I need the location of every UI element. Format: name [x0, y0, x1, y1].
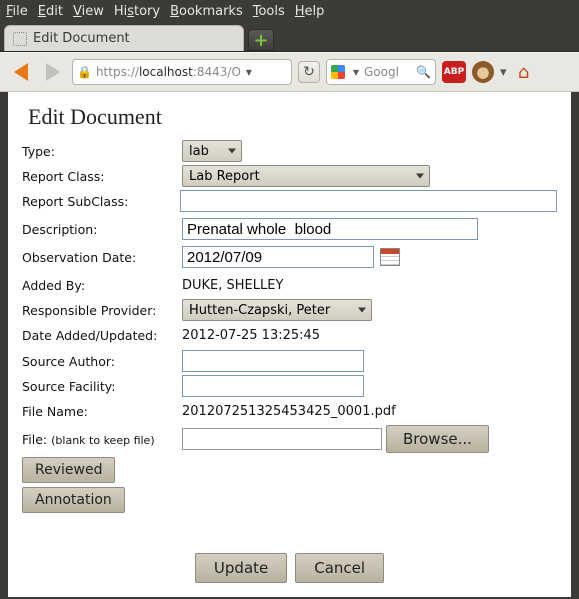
home-icon: ⌂ — [518, 62, 529, 83]
calendar-icon[interactable] — [380, 248, 400, 266]
browse-button[interactable]: Browse... — [386, 425, 489, 453]
input-report-subclass[interactable] — [180, 190, 557, 212]
file-hint: (blank to keep file) — [51, 434, 155, 447]
search-go-icon[interactable]: 🔍 — [416, 65, 431, 79]
greasemonkey-dropdown-icon[interactable]: ▾ — [500, 65, 507, 80]
url-path: :8443/O — [193, 65, 241, 79]
label-description: Description: — [22, 222, 182, 237]
arrow-left-icon — [14, 63, 28, 81]
label-added-by: Added By: — [22, 278, 182, 293]
select-responsible-provider[interactable]: Hutten-Czapski, Peter — [182, 299, 372, 321]
input-file-path[interactable] — [182, 428, 382, 450]
reviewed-button[interactable]: Reviewed — [22, 457, 115, 483]
label-report-class: Report Class: — [22, 169, 182, 184]
page-title: Edit Document — [28, 104, 557, 130]
cancel-button[interactable]: Cancel — [295, 553, 384, 583]
label-responsible-provider: Responsible Provider: — [22, 303, 182, 318]
greasemonkey-icon[interactable] — [472, 61, 494, 83]
page-content: Edit Document Type: lab Report Class: La… — [8, 92, 571, 597]
menu-edit[interactable]: Edit — [38, 4, 63, 19]
menubar: FFileile Edit View History Bookmarks Too… — [0, 0, 579, 23]
url-dropdown-icon[interactable]: ▾ — [241, 65, 257, 79]
browser-tab-active[interactable]: Edit Document — [4, 25, 244, 51]
back-button[interactable] — [8, 60, 34, 84]
tab-title: Edit Document — [33, 31, 130, 46]
tab-bar: Edit Document + — [0, 23, 579, 52]
adblock-icon[interactable]: ABP — [442, 61, 466, 83]
value-file-name: 201207251325453425_0001.pdf — [182, 404, 396, 419]
select-type[interactable]: lab — [182, 140, 242, 162]
search-bar[interactable]: ▾ Googl 🔍 — [326, 59, 436, 85]
menu-help[interactable]: Help — [295, 4, 325, 19]
annotation-button[interactable]: Annotation — [22, 487, 125, 513]
input-source-author[interactable] — [182, 350, 364, 372]
reload-icon: ↻ — [303, 64, 315, 80]
home-button[interactable]: ⌂ — [513, 61, 535, 83]
value-date-added: 2012-07-25 13:25:45 — [182, 328, 320, 343]
value-added-by: DUKE, SHELLEY — [182, 278, 283, 293]
menu-file[interactable]: FFileile — [6, 4, 28, 19]
url-bar[interactable]: 🔒 https://localhost:8443/O ▾ — [72, 59, 292, 85]
plus-icon: + — [253, 30, 268, 51]
select-report-class[interactable]: Lab Report — [182, 165, 430, 187]
browser-toolbar: 🔒 https://localhost:8443/O ▾ ↻ ▾ Googl 🔍… — [0, 52, 579, 92]
search-engine-dropdown-icon[interactable]: ▾ — [348, 65, 364, 79]
url-host: localhost — [139, 65, 193, 79]
label-file: File: (blank to keep file) — [22, 432, 182, 447]
label-source-facility: Source Facility: — [22, 379, 182, 394]
arrow-right-icon — [46, 63, 60, 81]
document-icon — [13, 32, 27, 46]
url-protocol: https:// — [96, 65, 139, 79]
input-observation-date[interactable] — [182, 246, 374, 268]
reload-button[interactable]: ↻ — [298, 61, 320, 83]
label-report-subclass: Report SubClass: — [22, 194, 180, 209]
label-file-name: File Name: — [22, 404, 182, 419]
menu-tools[interactable]: Tools — [253, 4, 285, 19]
menu-bookmarks[interactable]: Bookmarks — [170, 4, 243, 19]
input-source-facility[interactable] — [182, 375, 364, 397]
menu-view[interactable]: View — [73, 4, 104, 19]
forward-button[interactable] — [40, 60, 66, 84]
search-placeholder: Googl — [364, 65, 399, 79]
label-type: Type: — [22, 144, 182, 159]
menu-history[interactable]: History — [114, 4, 160, 19]
label-source-author: Source Author: — [22, 354, 182, 369]
update-button[interactable]: Update — [195, 553, 287, 583]
lock-icon: 🔒 — [77, 65, 92, 79]
new-tab-button[interactable]: + — [248, 29, 274, 51]
google-icon — [331, 65, 345, 79]
label-observation-date: Observation Date: — [22, 250, 182, 265]
input-description[interactable] — [182, 218, 478, 240]
label-date-added: Date Added/Updated: — [22, 328, 182, 343]
